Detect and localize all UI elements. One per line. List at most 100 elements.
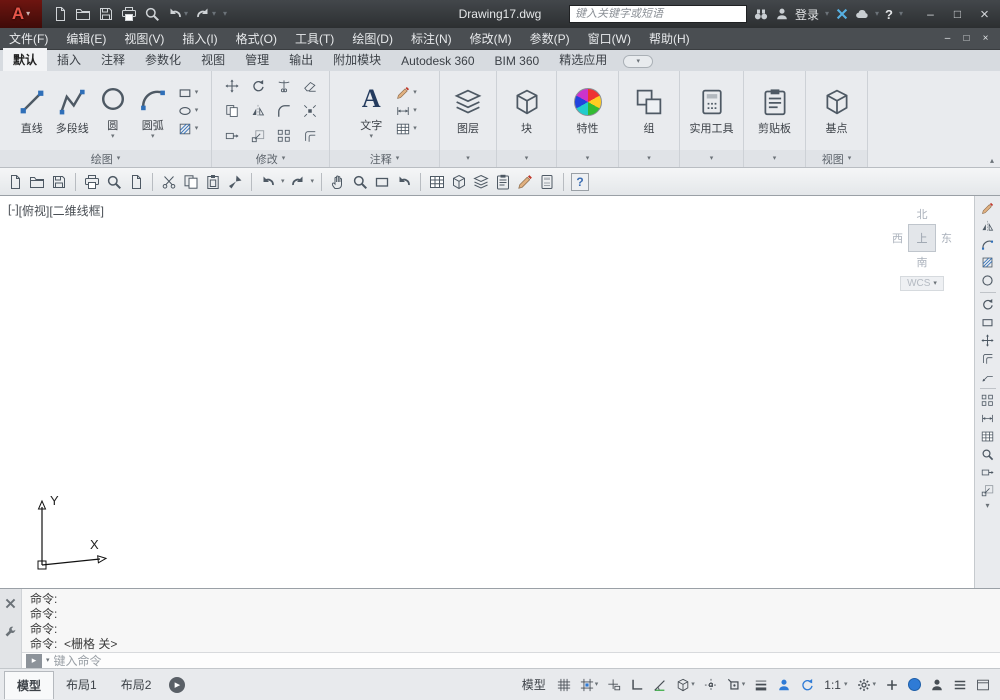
viewcube-south[interactable]: 南 <box>884 254 960 270</box>
minimize-button[interactable]: – <box>917 0 944 28</box>
doc-minimize-button[interactable]: – <box>939 33 956 44</box>
doc-close-button[interactable]: × <box>977 33 994 44</box>
new-file-button[interactable] <box>6 173 24 191</box>
snap-toggle[interactable]: ▾ <box>578 676 601 694</box>
viewcube-north[interactable]: 北 <box>884 206 960 222</box>
properties-button[interactable]: 特性 <box>569 84 607 137</box>
side-tool-hatch-icon[interactable] <box>981 256 994 269</box>
doc-restore-button[interactable]: □ <box>958 33 975 44</box>
auto-scale-toggle[interactable] <box>798 676 816 694</box>
side-tool-stretch-icon[interactable] <box>981 466 994 479</box>
rectangle-button[interactable]: ▾ <box>178 86 198 100</box>
workspace-switching-button[interactable]: ▾ <box>855 676 878 694</box>
menu-draw[interactable]: 绘图(D) <box>343 27 402 50</box>
object-snap-tracking-toggle[interactable] <box>702 676 720 694</box>
ribbon-display-toggle[interactable]: ▾ <box>623 55 654 68</box>
help-button[interactable]: ? <box>571 172 590 191</box>
side-tool-dim-icon[interactable] <box>981 412 994 425</box>
stretch-button[interactable] <box>225 129 239 143</box>
tab-home[interactable]: 默认 <box>3 48 48 71</box>
menu-window[interactable]: 窗口(W) <box>579 27 640 50</box>
close-button[interactable]: × <box>971 0 998 28</box>
view-control-button[interactable]: [俯视] <box>19 202 50 219</box>
new-file-button[interactable] <box>52 6 68 22</box>
viewcube[interactable]: 北 西 上 东 南 WCS ▾ <box>884 206 960 291</box>
fillet-button[interactable] <box>277 104 291 118</box>
tab-layout1[interactable]: 布局1 <box>54 671 109 698</box>
array-button[interactable] <box>277 129 291 143</box>
panel-group-label[interactable]: ▾ <box>619 150 679 167</box>
viewcube-east[interactable]: 东 <box>941 230 952 246</box>
pan-button[interactable] <box>329 173 347 191</box>
exchange-apps-icon[interactable] <box>835 7 849 21</box>
side-tool-scale-icon[interactable] <box>981 484 994 497</box>
tab-bim360[interactable]: BIM 360 <box>485 51 550 71</box>
wrench-icon[interactable] <box>4 626 17 639</box>
model-space-button[interactable]: 模型 <box>522 676 546 693</box>
tab-parametric[interactable]: 参数化 <box>135 48 191 71</box>
block-button[interactable]: 块 <box>508 84 546 137</box>
tab-featured-apps[interactable]: 精选应用 <box>549 48 617 71</box>
polyline-button[interactable]: 多段线 <box>53 84 92 137</box>
sheet-set-manager-button[interactable] <box>494 173 512 191</box>
save-button[interactable] <box>50 173 68 191</box>
dimension-button[interactable]: ▾ <box>396 104 417 118</box>
print-button[interactable] <box>83 173 101 191</box>
search-input[interactable] <box>568 5 747 23</box>
side-tool-rotate-icon[interactable] <box>981 298 994 311</box>
menu-file[interactable]: 文件(F) <box>0 27 57 50</box>
dynamic-input-toggle[interactable] <box>605 676 623 694</box>
zoom-previous-button[interactable] <box>395 173 413 191</box>
base-button[interactable]: 基点 <box>818 84 856 137</box>
viewcube-west[interactable]: 西 <box>892 230 903 246</box>
drawing-area[interactable]: [-] [俯视] [二维线框] 北 西 上 东 南 WCS ▾ Y X ▾ <box>0 196 1000 588</box>
tool-palettes-button[interactable] <box>472 173 490 191</box>
graphics-performance-button[interactable] <box>906 676 923 693</box>
plot-button[interactable] <box>121 6 137 22</box>
scale-button[interactable] <box>251 129 265 143</box>
annotation-monitor-button[interactable] <box>883 676 901 694</box>
open-file-button[interactable] <box>28 173 46 191</box>
search-icon[interactable] <box>753 6 769 22</box>
open-file-button[interactable] <box>75 6 91 22</box>
rotate-button[interactable] <box>251 79 265 93</box>
undo-button[interactable] <box>259 173 277 191</box>
help-button[interactable]: ? <box>885 7 893 22</box>
side-tool-leader-icon[interactable] <box>981 370 994 383</box>
panel-modify-label[interactable]: 修改 ▾ <box>212 150 329 167</box>
side-tool-circle-icon[interactable] <box>981 274 994 287</box>
copy-button[interactable] <box>182 173 200 191</box>
properties-palette-button[interactable] <box>428 173 446 191</box>
trim-button[interactable] <box>277 79 291 93</box>
isolate-objects-button[interactable] <box>928 676 946 694</box>
clipboard-button[interactable]: 剪贴板 <box>755 84 794 137</box>
menu-dimension[interactable]: 标注(N) <box>402 27 461 50</box>
paste-button[interactable] <box>204 173 222 191</box>
object-snap-toggle[interactable]: ▾ <box>725 676 748 694</box>
utilities-button[interactable]: 实用工具 <box>687 84 737 137</box>
customize-statusbar-button[interactable] <box>951 676 969 694</box>
viewport-menu-button[interactable]: [-] <box>8 202 19 219</box>
redo-button[interactable]: ▾ <box>195 6 216 22</box>
explode-button[interactable] <box>303 104 317 118</box>
text-button[interactable]: A 文字 ▾ <box>352 81 390 141</box>
autodesk-360-icon[interactable] <box>855 7 869 21</box>
visual-style-button[interactable]: [二维线框] <box>49 202 104 219</box>
side-tool-mirror-icon[interactable] <box>981 220 994 233</box>
menu-format[interactable]: 格式(O) <box>227 27 286 50</box>
offset-button[interactable] <box>303 129 317 143</box>
panel-utilities-label[interactable]: ▾ <box>680 150 743 167</box>
zoom-realtime-button[interactable] <box>351 173 369 191</box>
viewcube-top-face[interactable]: 上 <box>908 224 936 252</box>
quick-calc-button[interactable] <box>538 173 556 191</box>
circle-button[interactable]: 圆 ▾ <box>94 81 132 141</box>
tab-model[interactable]: 模型 <box>4 670 55 699</box>
panel-properties-label[interactable]: ▾ <box>557 150 618 167</box>
maximize-button[interactable]: □ <box>944 0 971 28</box>
panel-clipboard-label[interactable]: ▾ <box>744 150 805 167</box>
tab-insert[interactable]: 插入 <box>47 48 91 71</box>
menu-insert[interactable]: 插入(I) <box>173 27 226 50</box>
tab-manage[interactable]: 管理 <box>235 48 279 71</box>
panel-layers-label[interactable]: ▾ <box>440 150 496 167</box>
group-button[interactable]: 组 <box>630 84 668 137</box>
